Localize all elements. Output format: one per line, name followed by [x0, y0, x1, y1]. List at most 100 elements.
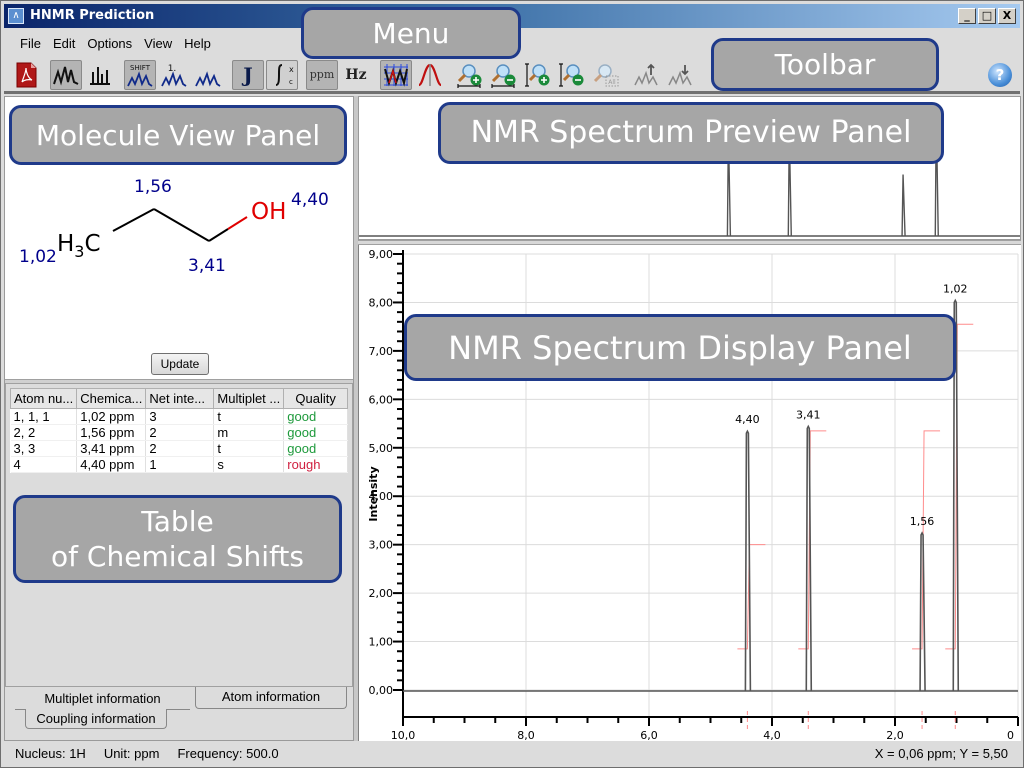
- tab-atom-information[interactable]: Atom information: [195, 687, 347, 709]
- menu-file[interactable]: File: [14, 36, 47, 51]
- callout-table: Table of Chemical Shifts: [13, 495, 342, 583]
- menu-view[interactable]: View: [138, 36, 178, 51]
- column-header-multiplet[interactable]: Multiplet ...: [213, 388, 285, 409]
- no-labels-button[interactable]: [192, 60, 224, 90]
- shift-labels-button[interactable]: SHIFT: [124, 59, 156, 90]
- close-button[interactable]: X: [998, 8, 1016, 24]
- integral-button[interactable]: x c: [266, 59, 298, 90]
- tab-coupling-information[interactable]: Coupling information: [25, 709, 167, 729]
- grid-button[interactable]: [380, 59, 412, 90]
- peak-label: 1,56: [910, 515, 935, 528]
- peak-label: 3,41: [796, 408, 821, 421]
- unit-ppm-button[interactable]: ppm: [306, 59, 338, 90]
- shift-label-ch2b: 3,41: [188, 256, 226, 276]
- zoom-all-button[interactable]: All: [590, 60, 622, 90]
- y-tick-label: 6,00: [369, 393, 394, 406]
- peak-shape-button[interactable]: [414, 60, 446, 90]
- scale-down-button[interactable]: [664, 60, 696, 90]
- y-tick-label: 9,00: [369, 248, 394, 261]
- shift-label-ch2a: 1,56: [134, 177, 172, 197]
- table-row[interactable]: 2, 2 1,56 ppm 2 m good: [10, 424, 348, 441]
- menu-options[interactable]: Options: [81, 36, 138, 51]
- cell-shift: 4,40 ppm: [76, 456, 147, 473]
- maximize-button[interactable]: □: [978, 8, 996, 24]
- unit-hz-button[interactable]: Hz: [340, 60, 372, 90]
- export-pdf-button[interactable]: [10, 60, 42, 90]
- help-icon: ?: [995, 66, 1005, 84]
- spectrum-icon: [53, 66, 79, 86]
- tab-multiplet-information[interactable]: Multiplet information: [15, 688, 190, 710]
- table-row[interactable]: 3, 3 3,41 ppm 2 t good: [10, 440, 348, 457]
- stick-view-button[interactable]: [84, 60, 116, 90]
- y-tick-label: 3,00: [369, 539, 394, 552]
- callout-toolbar: Toolbar: [711, 38, 939, 91]
- integral-icon: x c: [275, 63, 294, 86]
- numbered-labels-button[interactable]: 1.: [158, 60, 190, 90]
- menu-edit[interactable]: Edit: [47, 36, 81, 51]
- cell-quality: good: [283, 424, 348, 441]
- peak-shape-icon: [418, 63, 442, 86]
- cell-quality: good: [283, 440, 348, 457]
- status-nucleus: Nucleus: 1H: [15, 745, 86, 761]
- table-row[interactable]: 1, 1, 1 1,02 ppm 3 t good: [10, 408, 348, 425]
- svg-text:c: c: [289, 78, 293, 86]
- peak-label: 4,40: [735, 413, 760, 426]
- spectrum-view-button[interactable]: [50, 59, 82, 90]
- menu-help[interactable]: Help: [178, 36, 217, 51]
- cell-quality: rough: [283, 456, 348, 473]
- bond-c1-c2: [112, 208, 155, 232]
- shift-label-icon: SHIFT: [127, 64, 153, 87]
- cell-multiplet: t: [213, 408, 285, 425]
- spectrum-peak: [744, 429, 752, 692]
- y-tick-label: 0,00: [369, 684, 394, 697]
- x-tick-label: 2,0: [886, 729, 904, 741]
- cell-atoms: 4: [10, 456, 78, 473]
- coupling-button[interactable]: J: [232, 59, 264, 90]
- pdf-icon: [16, 62, 37, 87]
- callout-table-line1: Table: [141, 505, 214, 538]
- y-tick-label: 8,00: [369, 296, 394, 309]
- cell-atoms: 2, 2: [10, 424, 78, 441]
- atom-oh: OH: [251, 199, 286, 225]
- column-header-chemical-shift[interactable]: Chemica...: [76, 388, 147, 409]
- column-header-atom-number[interactable]: Atom nu...: [9, 388, 78, 409]
- x-tick-label: 6,0: [640, 729, 658, 741]
- y-tick-label: 1,00: [369, 636, 394, 649]
- cell-shift: 1,56 ppm: [76, 424, 147, 441]
- zoom-in-x-button[interactable]: [454, 60, 486, 90]
- integral-curve: [737, 544, 766, 650]
- cell-integral: 1: [145, 456, 215, 473]
- shift-label-ch3: 1,02: [19, 247, 57, 267]
- x-tick-label: 10,0: [391, 729, 416, 741]
- help-button[interactable]: ?: [988, 63, 1012, 87]
- integral-curve: [798, 430, 827, 650]
- left-panel: H3C OH 1,02 1,56 3,41 4,40 Update Atom n…: [4, 96, 354, 741]
- numbered-label-icon: 1.: [161, 64, 187, 87]
- column-header-net-integral[interactable]: Net inte...: [145, 388, 215, 409]
- x-tick-label: 4,0: [763, 729, 781, 741]
- update-button[interactable]: Update: [151, 353, 209, 375]
- info-tabs: Multiplet information Atom information C…: [5, 687, 353, 740]
- preview-peak: [901, 174, 906, 237]
- scale-up-icon: [634, 63, 658, 85]
- zoom-all-icon: All: [593, 63, 619, 86]
- zoom-in-vertical-icon: [525, 62, 550, 87]
- grid-spectrum-icon: [384, 63, 408, 87]
- plain-multiplet-icon: [195, 70, 221, 87]
- column-header-quality[interactable]: Quality: [283, 388, 348, 409]
- table-row[interactable]: 4 4,40 ppm 1 s rough: [10, 456, 348, 473]
- zoom-in-y-button[interactable]: [522, 60, 554, 90]
- cell-quality: good: [283, 408, 348, 425]
- svg-text:1.: 1.: [168, 64, 177, 74]
- callout-preview-panel: NMR Spectrum Preview Panel: [438, 102, 944, 164]
- zoom-in-horizontal-icon: [457, 63, 482, 88]
- minimize-button[interactable]: _: [958, 8, 976, 24]
- callout-table-line2: of Chemical Shifts: [51, 540, 304, 573]
- bond-c2-c3: [153, 208, 210, 242]
- scale-up-button[interactable]: [630, 60, 662, 90]
- zoom-out-y-button[interactable]: [556, 60, 588, 90]
- callout-menu: Menu: [301, 7, 521, 59]
- zoom-out-x-button[interactable]: [488, 60, 520, 90]
- bond-c3-o-oxygen: [227, 216, 248, 230]
- status-unit: Unit: ppm: [103, 745, 160, 761]
